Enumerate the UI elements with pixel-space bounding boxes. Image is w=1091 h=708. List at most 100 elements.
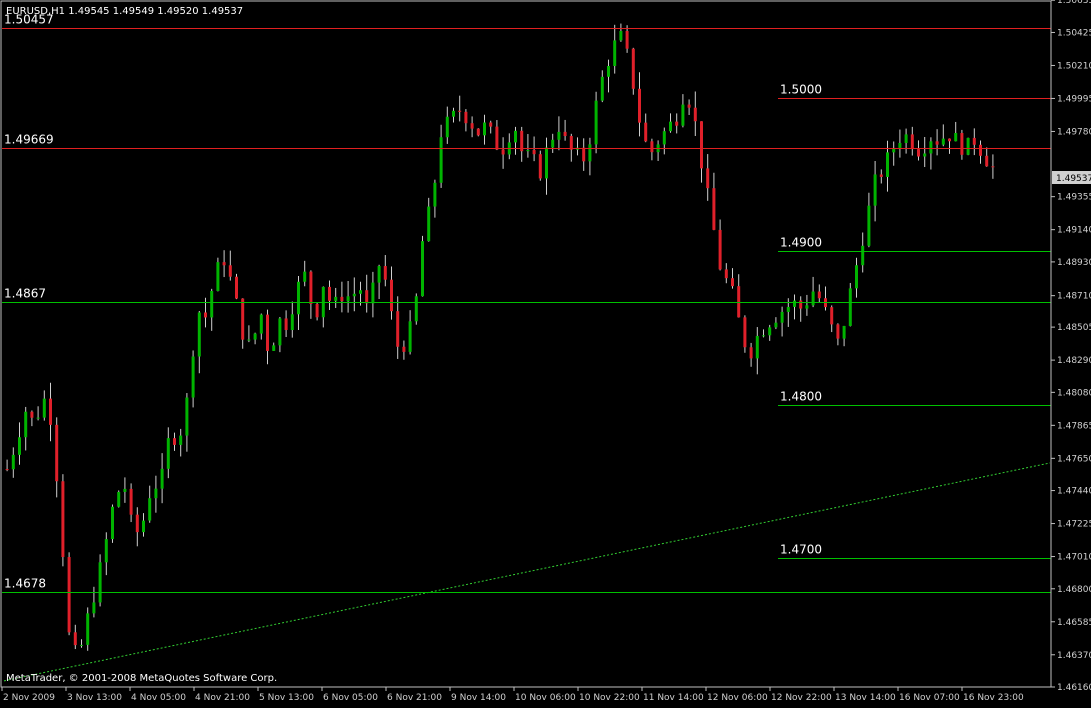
candle-body [935,141,939,145]
candle-body [235,276,238,299]
y-tick-label: 1.49355 [1057,193,1091,203]
candle-body [545,147,548,179]
candle-body [675,121,679,126]
x-tick-label: 6 Nov 05:00 [323,693,378,703]
candle-body [489,122,493,127]
candle-body [241,298,245,340]
candle-body [111,506,114,540]
x-tick-label: 13 Nov 14:00 [835,693,896,703]
candle-body [439,137,443,183]
candle-body [929,141,933,154]
candle-body [365,290,369,304]
candle-body [681,104,685,126]
candle-body [390,279,393,312]
candle-body [278,318,282,346]
candle-body [297,281,300,315]
candle-body [737,286,741,318]
x-tick-label: 10 Nov 22:00 [579,693,640,703]
current-price-label: 1.49537 [1056,174,1091,184]
candle-body [36,417,40,419]
x-tick-label: 2 Nov 2009 [3,693,55,703]
candle [848,282,852,327]
candle-body [514,130,517,143]
candle-body [86,613,90,645]
candle-body [160,468,164,489]
x-tick-label: 4 Nov 21:00 [195,693,250,703]
candle-body [600,76,604,101]
candle-body [731,278,734,287]
candle-body [625,31,629,49]
y-tick-label: 1.49995 [1057,94,1091,104]
candle-body [197,312,201,357]
candle [414,293,418,325]
candle-body [501,149,505,155]
candle [216,257,220,292]
candle-body [631,48,635,89]
candle-body [569,136,573,150]
candle [594,91,598,154]
candle-body [867,205,871,246]
candle-body [904,134,908,143]
candle-body [830,307,834,325]
candle-body [588,144,592,162]
y-tick-label: 1.50425 [1057,28,1091,38]
candle-body [582,147,586,162]
copyright-text: MetaTrader, © 2001-2008 MetaQuotes Softw… [6,673,277,684]
candle-body [427,206,431,242]
level-label: 1.4678 [4,577,46,591]
y-tick-label: 1.47650 [1057,454,1091,464]
candle-body [5,469,9,471]
candle-body [123,488,127,492]
candle-body [18,437,21,455]
candle-body [315,303,319,318]
candle [538,150,542,181]
candle-body [551,139,555,148]
candle-body [445,116,449,138]
candle-body [470,123,474,129]
candle-body [563,131,567,137]
candle-body [309,271,313,304]
candle-body [464,111,468,124]
candle-body [104,539,108,563]
candle-body [613,40,617,66]
candle-body [861,245,865,266]
candle-body [421,241,424,297]
candle-body [67,557,71,633]
candle-body [42,398,46,418]
x-tick-label: 9 Nov 14:00 [451,693,506,703]
y-tick-label: 1.46370 [1057,651,1091,661]
y-tick-label: 1.48930 [1057,258,1091,268]
candle-body [80,644,83,646]
candle-body [272,345,276,351]
level-label: 1.4700 [780,543,822,557]
x-tick-label: 4 Nov 05:00 [131,693,186,703]
candle-body [328,286,331,301]
candle-body [117,491,121,507]
candle-body [923,153,927,157]
candle-body [960,132,964,155]
x-tick-label: 3 Nov 13:00 [67,693,122,703]
candle-body [371,282,375,304]
level-label: 1.4800 [780,390,822,404]
candle-body [402,346,406,352]
candle-body [811,291,815,306]
candle-body [204,312,207,318]
candle-body [303,271,307,282]
candle-body [948,138,951,142]
candle-body [179,435,183,445]
candle-body [532,150,536,155]
candle-body [173,438,176,445]
candle-body [898,142,902,148]
candle-body [495,126,499,150]
price-chart[interactable]: 1.50457 1.49669 1.4867 1.4678 1.5000 1.4900 1.… [0,0,1091,704]
candle-body [135,514,139,533]
candle-body [985,155,989,167]
x-tick-label: 5 Nov 13:00 [259,693,314,703]
candle-body [873,174,877,206]
candle-body [910,134,914,150]
candle-body [774,322,778,328]
candle-body [755,335,759,359]
candle-body [222,262,226,266]
candle-body [650,141,654,153]
candle-body [334,296,338,301]
